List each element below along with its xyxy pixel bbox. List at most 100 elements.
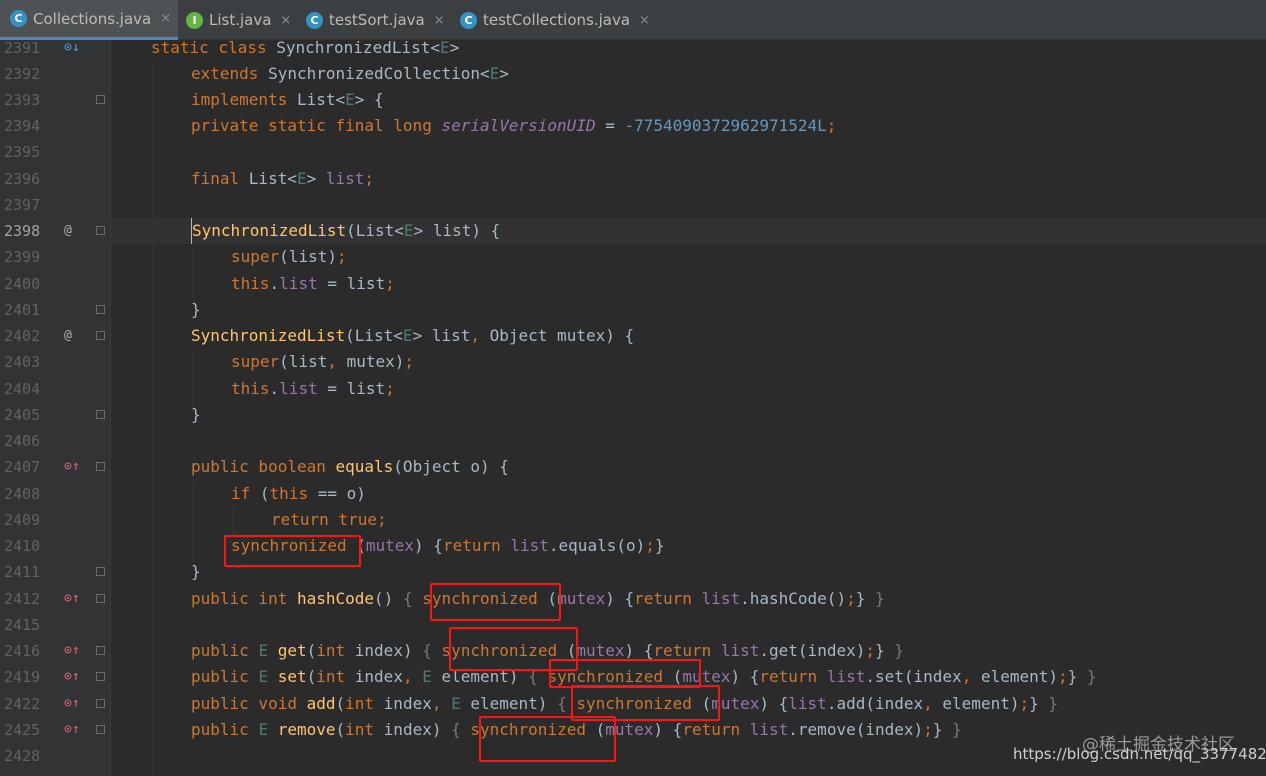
punct: } [875, 641, 895, 660]
fold-icon[interactable] [96, 699, 105, 708]
fold-icon[interactable] [96, 95, 105, 104]
tab-label: testCollections.java [483, 11, 631, 29]
code-line[interactable]: 2400 this.list = list; [0, 271, 1266, 297]
overrides-marker-icon[interactable]: ⊙↑ [64, 717, 92, 743]
tab-list-java[interactable]: I List.java × [178, 0, 298, 40]
comma: , [961, 667, 981, 686]
code-line[interactable]: 2415 [0, 612, 1266, 638]
line-number: 2394 [4, 117, 41, 135]
args: mutex) [346, 352, 405, 371]
fold-icon[interactable] [96, 567, 105, 576]
expr: = list [317, 379, 386, 398]
code-line[interactable]: 2412 ⊙↑ public int hashCode() { synchron… [0, 586, 1266, 612]
line-number: 2392 [4, 65, 41, 83]
semicolon: ; [364, 169, 375, 188]
line-number: 2407 [4, 458, 41, 476]
expr: .hashCode() [740, 589, 847, 608]
tab-testsort-java[interactable]: C testSort.java × [298, 0, 450, 40]
code-text: } [191, 562, 201, 581]
code-line[interactable]: 2397 [0, 192, 1266, 218]
punct: ) { [624, 641, 654, 660]
fold-icon[interactable] [96, 305, 105, 314]
keyword: private static final long [191, 116, 442, 135]
fold-icon[interactable] [96, 725, 105, 734]
close-icon[interactable]: × [280, 13, 291, 28]
code-line[interactable]: 2407 ⊙↑ public boolean equals(Object o) … [0, 454, 1266, 480]
code-line[interactable]: 2392 extends SynchronizedCollection<E> [0, 61, 1266, 87]
code-line[interactable]: 2410 synchronized (mutex) {return list.e… [0, 533, 1266, 559]
close-icon[interactable]: × [160, 11, 171, 26]
comma: , [327, 352, 347, 371]
code-line[interactable]: 2402 @ SynchronizedList(List<E> list, Ob… [0, 323, 1266, 349]
tab-testcollections-java[interactable]: C testCollections.java × [452, 0, 652, 40]
highlight-box [479, 716, 616, 762]
fold-icon[interactable] [96, 410, 105, 419]
overrides-marker-icon[interactable]: ⊙↑ [64, 638, 92, 664]
line-number: 2415 [4, 616, 41, 634]
overrides-marker-icon[interactable]: ⊙↑ [64, 586, 92, 612]
code-line[interactable]: 2401 } [0, 297, 1266, 323]
comma: , [402, 667, 423, 686]
field: list [510, 536, 549, 555]
implemented-marker-icon[interactable]: ⊙↓ [64, 35, 92, 61]
close-icon[interactable]: × [434, 13, 445, 28]
code-line[interactable]: 2409 return true; [0, 507, 1266, 533]
field: mutex [557, 589, 606, 608]
punct: > { [354, 90, 384, 109]
line-number: 2425 [4, 721, 41, 739]
punct: > [499, 64, 509, 83]
line-number: 2398 [4, 222, 41, 240]
type-param: E [422, 667, 442, 686]
overrides-marker-icon[interactable]: ⊙↑ [64, 664, 92, 690]
type-param: E [440, 38, 450, 57]
code-line[interactable]: 2406 [0, 428, 1266, 454]
expr: .remove(index) [788, 720, 924, 739]
code-line[interactable]: 2408 if (this == o) [0, 481, 1266, 507]
type-param: E [258, 667, 278, 686]
semicolon: ; [826, 116, 837, 135]
tab-collections-java[interactable]: C Collections.java × [0, 0, 178, 40]
code-line[interactable]: 2396 final List<E> list; [0, 166, 1266, 192]
fold-icon[interactable] [96, 594, 105, 603]
folded-brace: } [1048, 694, 1059, 713]
fold-icon[interactable] [96, 646, 105, 655]
code-line[interactable]: 2411 } [0, 559, 1266, 585]
fold-icon[interactable] [96, 331, 105, 340]
type-param: E [296, 169, 307, 188]
code-line[interactable]: 2391 ⊙↓ static class SynchronizedList<E> [0, 35, 1266, 61]
class-icon: C [306, 11, 323, 29]
line-number: 2428 [4, 747, 41, 765]
overrides-marker-icon[interactable]: ⊙↑ [64, 454, 92, 480]
type-param: E [403, 221, 414, 240]
method-name: hashCode [296, 589, 375, 608]
code-line[interactable]: 2399 super(list); [0, 244, 1266, 270]
punct: (List< [345, 326, 403, 345]
punct: < [287, 169, 297, 188]
semicolon: ; [923, 720, 933, 739]
punct: ( [306, 667, 317, 686]
code-line[interactable]: 2393 implements List<E> { [0, 87, 1266, 113]
method-name: equals [335, 457, 394, 476]
watermark-url: https://blog.csdn.net/qq_33774822 [1013, 745, 1266, 763]
annotation-marker-icon[interactable]: @ [64, 218, 92, 244]
keyword: if [231, 484, 260, 503]
code-line-current[interactable]: 2398 @ SynchronizedList(List<E> list) { [0, 218, 1266, 244]
line-number: 2410 [4, 537, 41, 555]
type-param: E [451, 694, 471, 713]
fold-icon[interactable] [96, 672, 105, 681]
code-line[interactable]: 2405 } [0, 402, 1266, 428]
code-line[interactable]: 2394 private static final long serialVer… [0, 113, 1266, 139]
punct: (List< [346, 221, 404, 240]
close-icon[interactable]: × [639, 13, 650, 28]
code-text: } [191, 300, 201, 319]
annotation-marker-icon[interactable]: @ [64, 323, 92, 349]
code-line[interactable]: 2395 [0, 139, 1266, 165]
code-line[interactable]: 2404 this.list = list; [0, 376, 1266, 402]
overrides-marker-icon[interactable]: ⊙↑ [64, 691, 92, 717]
keyword: int [345, 720, 384, 739]
expr: element) [980, 667, 1059, 686]
params: index [383, 694, 432, 713]
fold-icon[interactable] [96, 226, 105, 235]
code-line[interactable]: 2403 super(list, mutex); [0, 349, 1266, 375]
fold-icon[interactable] [96, 462, 105, 471]
